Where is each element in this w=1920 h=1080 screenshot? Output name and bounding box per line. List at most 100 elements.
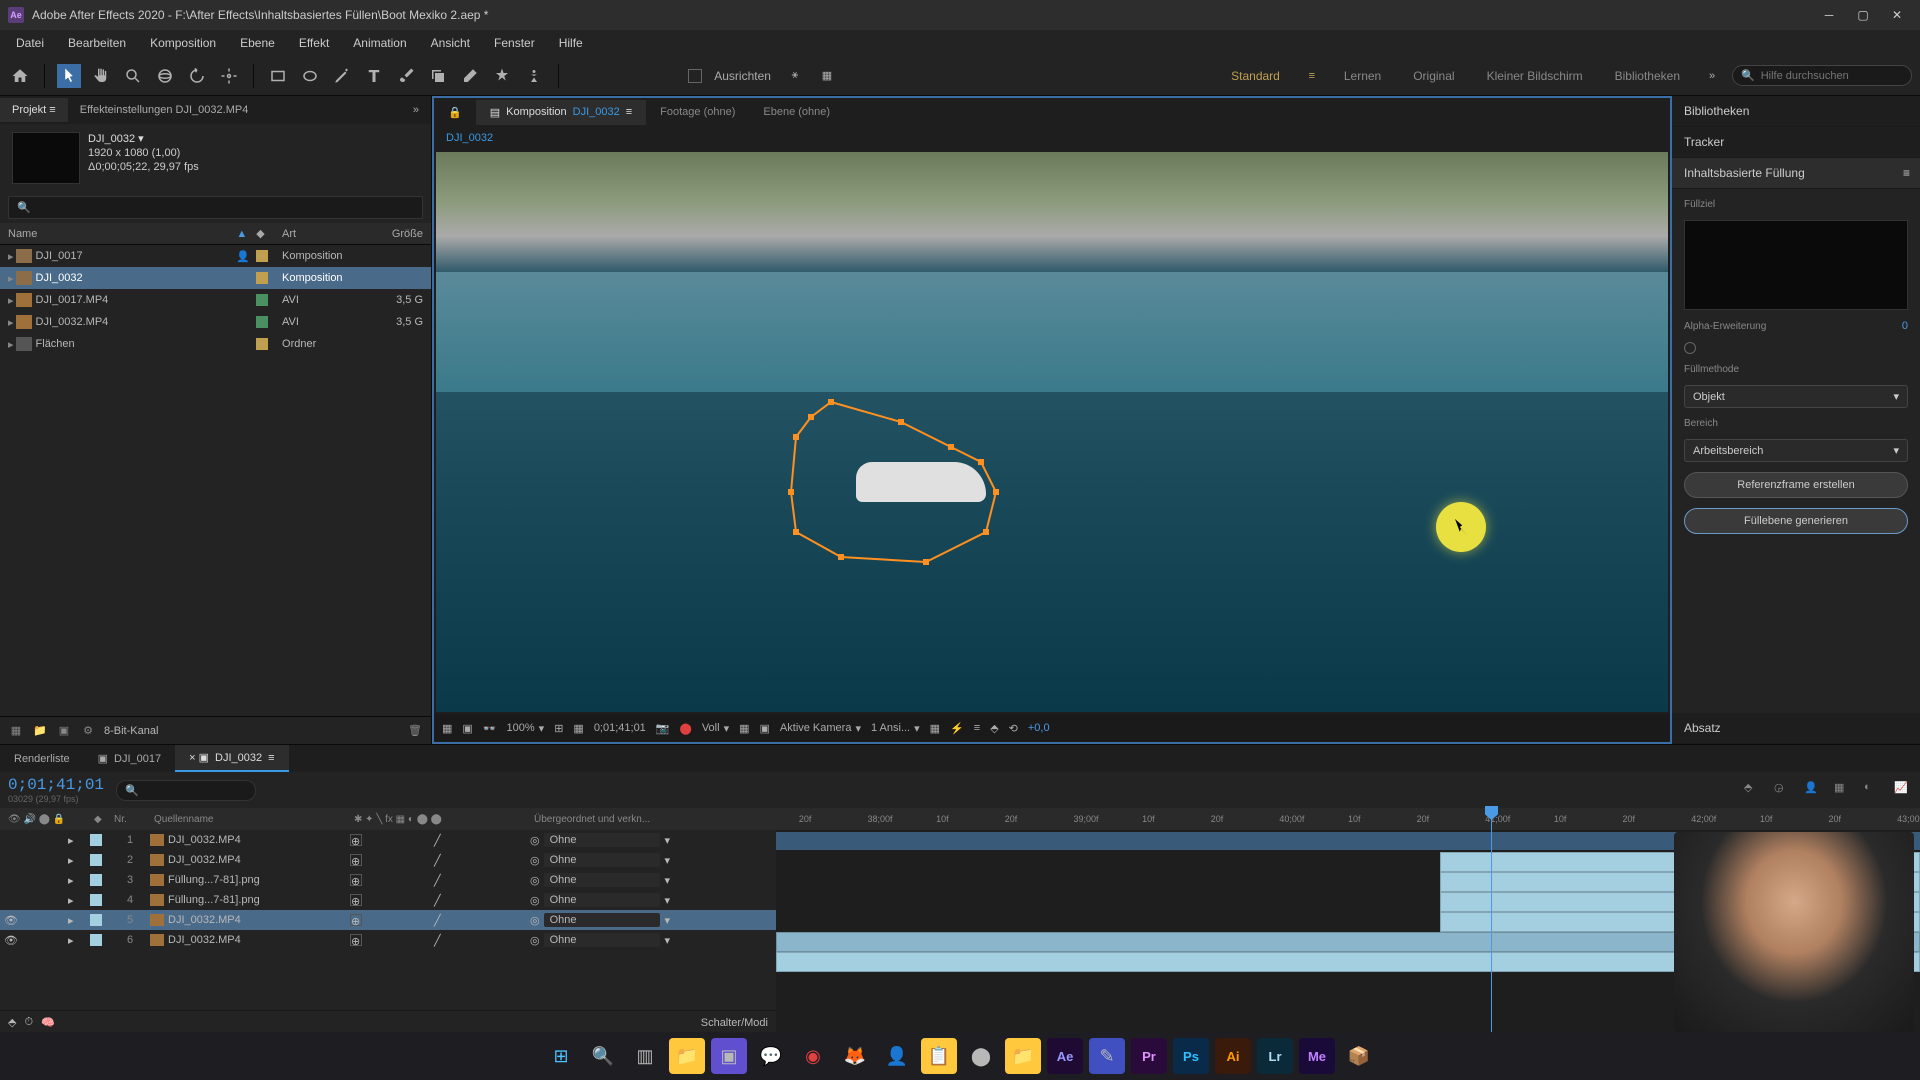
transparency-icon[interactable]: ▦	[739, 722, 749, 735]
toggle-switches-icon[interactable]: ⬘	[8, 1016, 16, 1029]
alpha-radio[interactable]	[1684, 342, 1696, 354]
workspace-bibliotheken[interactable]: Bibliotheken	[1603, 69, 1692, 83]
range-select[interactable]: Arbeitsbereich▾	[1684, 439, 1908, 462]
project-item[interactable]: ▸ DJI_0032.MP4 AVI 3,5 G	[0, 311, 431, 333]
menu-komposition[interactable]: Komposition	[140, 32, 226, 54]
ellipse-tool[interactable]	[298, 64, 322, 88]
roto-tool[interactable]	[490, 64, 514, 88]
brush-tool[interactable]	[394, 64, 418, 88]
menu-bearbeiten[interactable]: Bearbeiten	[58, 32, 136, 54]
channel-icon[interactable]: ⬤	[680, 722, 692, 735]
col-num[interactable]: Nr.	[110, 814, 150, 825]
taskbar-app1[interactable]: ▣	[711, 1038, 747, 1074]
taskbar-files[interactable]: 📁	[1005, 1038, 1041, 1074]
project-search[interactable]: 🔍	[8, 196, 423, 219]
panel-overflow[interactable]: »	[401, 98, 431, 122]
taskbar-app5[interactable]: ✎	[1089, 1038, 1125, 1074]
taskbar-app2[interactable]: ◉	[795, 1038, 831, 1074]
timeline-ruler[interactable]: 20f38;00f10f20f39;00f10f20f40;00f10f20f4…	[776, 808, 1920, 830]
anchor-tool[interactable]	[217, 64, 241, 88]
resolution-select[interactable]: Voll ▾	[702, 722, 729, 735]
taskbar-start[interactable]: ⊞	[543, 1038, 579, 1074]
ausrichten-checkbox[interactable]	[688, 69, 702, 83]
comp-mini-flow-icon[interactable]: ⬘	[1744, 781, 1762, 799]
switches-modes-label[interactable]: Schalter/Modi	[701, 1017, 768, 1029]
workspace-original[interactable]: Original	[1401, 69, 1466, 83]
new-comp-icon[interactable]: ▣	[56, 723, 72, 739]
toggle-brain-icon[interactable]: 🧠	[41, 1016, 55, 1029]
col-type[interactable]: Art	[282, 228, 371, 240]
paragraph-panel-header[interactable]: Absatz	[1672, 713, 1920, 744]
project-item[interactable]: ▸ DJI_0017 👤 Komposition	[0, 245, 431, 267]
pixel-aspect-icon[interactable]: ▦	[930, 722, 940, 735]
layer-tab[interactable]: Ebene (ohne)	[749, 100, 844, 124]
timeline-layer[interactable]: 👁 ▸ 5 DJI_0032.MP4 ⊕╱ ◎Ohne▾	[0, 910, 776, 930]
taskbar-app6[interactable]: 📦	[1341, 1038, 1377, 1074]
fast-preview-icon[interactable]: ⚡	[950, 722, 964, 735]
draft-3d-icon[interactable]: ◶	[1774, 781, 1792, 799]
playhead[interactable]	[1491, 808, 1492, 1034]
eraser-tool[interactable]	[458, 64, 482, 88]
menu-effekt[interactable]: Effekt	[289, 32, 339, 54]
footage-tab[interactable]: Footage (ohne)	[646, 100, 749, 124]
interpret-footage-icon[interactable]: ▦	[8, 723, 24, 739]
project-item[interactable]: ▸ DJI_0032 Komposition	[0, 267, 431, 289]
hand-tool[interactable]	[89, 64, 113, 88]
timeline-icon[interactable]: ≡	[974, 722, 980, 734]
minimize-button[interactable]: ─	[1822, 8, 1836, 22]
comp-tab-active[interactable]: ▤ Komposition DJI_0032 ≡	[476, 100, 646, 125]
col-size[interactable]: Größe	[371, 228, 431, 240]
sort-indicator[interactable]: ▲	[236, 228, 256, 240]
timeline-layer[interactable]: ▸ 1 DJI_0032.MP4 ⊕╱ ◎Ohne▾	[0, 830, 776, 850]
safe-zone-icon[interactable]: ⊞	[554, 722, 563, 735]
workspace-lernen[interactable]: Lernen	[1332, 69, 1393, 83]
timeline-layer[interactable]: 👁 ▸ 6 DJI_0032.MP4 ⊕╱ ◎Ohne▾	[0, 930, 776, 950]
maximize-button[interactable]: ▢	[1856, 8, 1870, 22]
composition-canvas[interactable]	[436, 152, 1668, 712]
workspace-overflow[interactable]: »	[1700, 64, 1724, 88]
pen-tool[interactable]	[330, 64, 354, 88]
new-folder-icon[interactable]: 📁	[32, 723, 48, 739]
mask-path[interactable]	[771, 392, 1051, 592]
shy-icon[interactable]: 👤	[1804, 781, 1822, 799]
help-search[interactable]: 🔍	[1732, 65, 1912, 86]
comp-flow-icon[interactable]: ⬘	[990, 722, 998, 735]
rect-tool[interactable]	[266, 64, 290, 88]
frame-blend-icon[interactable]: ▦	[1834, 781, 1852, 799]
project-item[interactable]: ▸ Flächen Ordner	[0, 333, 431, 355]
rotation-tool[interactable]	[185, 64, 209, 88]
timeline-tab-2[interactable]: × ▣ DJI_0032 ≡	[175, 745, 288, 772]
text-tool[interactable]	[362, 64, 386, 88]
puppet-tool[interactable]	[522, 64, 546, 88]
menu-fenster[interactable]: Fenster	[484, 32, 545, 54]
workspace-kleiner[interactable]: Kleiner Bildschirm	[1475, 69, 1595, 83]
comp-lock-icon[interactable]: 🔒	[434, 100, 476, 125]
timeline-layer[interactable]: ▸ 2 DJI_0032.MP4 ⊕╱ ◎Ohne▾	[0, 850, 776, 870]
taskbar-ae[interactable]: Ae	[1047, 1038, 1083, 1074]
graph-editor-icon[interactable]: 📈	[1894, 781, 1912, 799]
trash-icon[interactable]: 🗑	[407, 723, 423, 739]
render-time-icon[interactable]: ⏱	[24, 1016, 33, 1029]
menu-animation[interactable]: Animation	[343, 32, 416, 54]
mask-toggle-icon[interactable]: ▣	[462, 722, 472, 735]
menu-ansicht[interactable]: Ansicht	[421, 32, 480, 54]
menu-ebene[interactable]: Ebene	[230, 32, 285, 54]
render-queue-tab[interactable]: Renderliste	[0, 747, 84, 771]
grid-overlay-icon[interactable]: ▦	[573, 722, 583, 735]
menu-hilfe[interactable]: Hilfe	[549, 32, 593, 54]
zoom-tool[interactable]	[121, 64, 145, 88]
timeline-tab-1[interactable]: ▣ DJI_0017	[84, 746, 176, 771]
menu-datei[interactable]: Datei	[6, 32, 54, 54]
project-item[interactable]: ▸ DJI_0017.MP4 AVI 3,5 G	[0, 289, 431, 311]
timeline-search[interactable]: 🔍	[116, 780, 256, 801]
col-name[interactable]: Name	[8, 228, 236, 240]
exposure-reset-icon[interactable]: ⟲	[1009, 722, 1018, 735]
taskbar-app3[interactable]: 👤	[879, 1038, 915, 1074]
col-source-name[interactable]: Quellenname	[150, 814, 350, 825]
generate-fill-button[interactable]: Füllebene generieren	[1684, 508, 1908, 534]
content-fill-panel-header[interactable]: Inhaltsbasierte Füllung ≡	[1672, 158, 1920, 189]
timecode-display[interactable]: 0;01;41;01	[594, 722, 646, 734]
close-button[interactable]: ✕	[1890, 8, 1904, 22]
timeline-layer[interactable]: ▸ 3 Füllung...7-81].png ⊕╱ ◎Ohne▾	[0, 870, 776, 890]
taskbar-lr[interactable]: Lr	[1257, 1038, 1293, 1074]
